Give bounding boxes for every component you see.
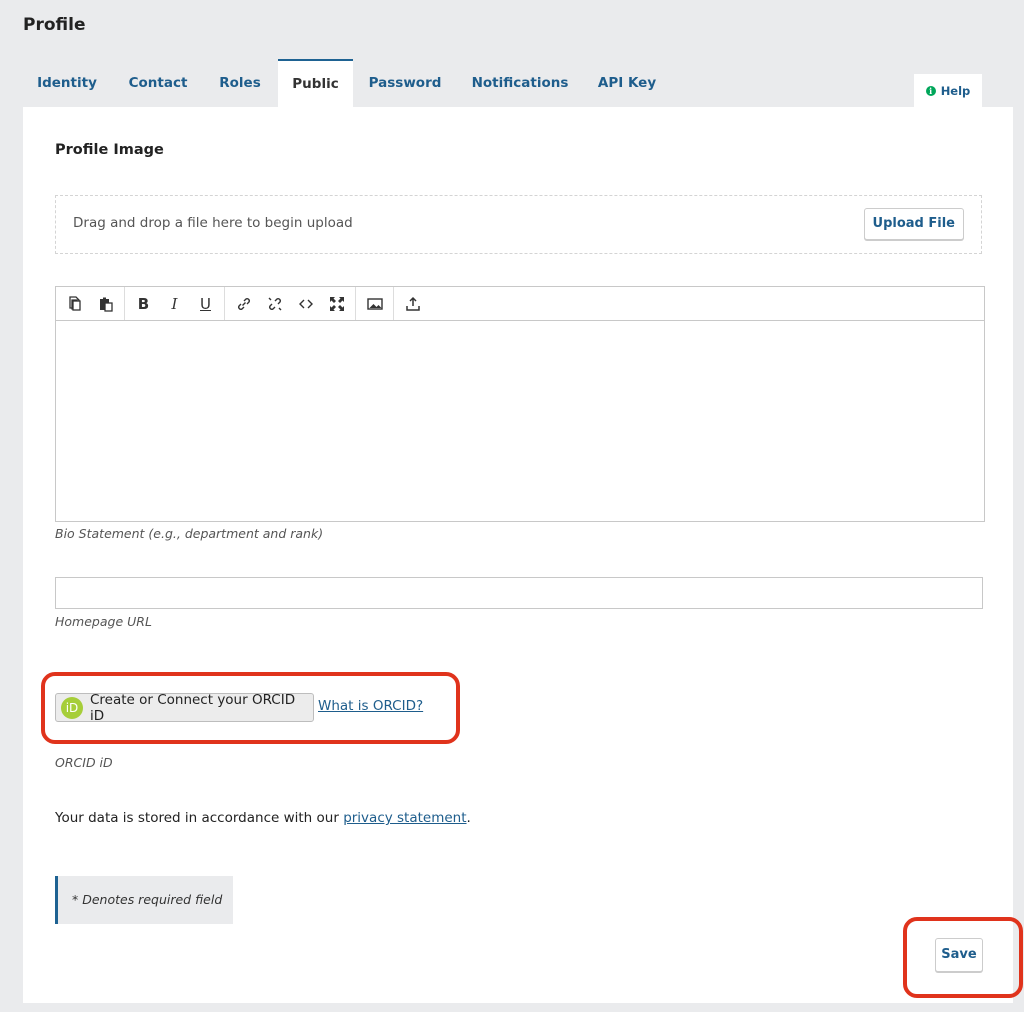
- bio-editor: B I U: [55, 286, 985, 522]
- fullscreen-icon[interactable]: [321, 290, 352, 318]
- privacy-suffix: .: [466, 810, 471, 826]
- tab-notifications[interactable]: Notifications: [459, 59, 581, 107]
- privacy-prefix: Your data is stored in accordance with o…: [55, 810, 344, 826]
- required-field-note: * Denotes required field: [55, 876, 233, 924]
- editor-toolbar: B I U: [56, 287, 984, 321]
- code-icon[interactable]: [290, 290, 321, 318]
- homepage-url-input[interactable]: [55, 577, 983, 609]
- paste-icon[interactable]: [90, 290, 121, 318]
- homepage-url-label: Homepage URL: [55, 614, 152, 629]
- tab-roles[interactable]: Roles: [205, 59, 275, 107]
- tab-public[interactable]: Public: [278, 59, 353, 107]
- upload-icon[interactable]: [397, 290, 428, 318]
- orcid-icon: iD: [61, 696, 83, 719]
- help-button[interactable]: i Help: [914, 74, 982, 107]
- privacy-statement-link[interactable]: privacy statement: [343, 810, 466, 826]
- tab-password[interactable]: Password: [356, 59, 454, 107]
- bio-statement-label: Bio Statement (e.g., department and rank…: [55, 526, 324, 541]
- tab-bar: Identity Contact Roles Public Password N…: [23, 59, 1003, 107]
- italic-icon[interactable]: I: [159, 290, 190, 318]
- underline-icon[interactable]: U: [190, 290, 221, 318]
- info-icon: i: [925, 85, 936, 96]
- save-button[interactable]: Save: [935, 938, 983, 972]
- link-icon[interactable]: [228, 290, 259, 318]
- orcid-connect-button[interactable]: iD Create or Connect your ORCID iD: [55, 691, 314, 724]
- help-label: Help: [940, 83, 971, 98]
- privacy-notice: Your data is stored in accordance with o…: [55, 810, 471, 826]
- orcid-button-label: Create or Connect your ORCID iD: [89, 691, 296, 724]
- tab-identity[interactable]: Identity: [23, 59, 111, 107]
- page-title: Profile: [23, 15, 86, 35]
- profile-image-heading: Profile Image: [55, 142, 164, 158]
- orcid-label: ORCID iD: [55, 755, 113, 770]
- what-is-orcid-link[interactable]: What is ORCID?: [318, 698, 423, 714]
- public-profile-panel: Profile Image Drag and drop a file here …: [23, 107, 1023, 1003]
- bio-editor-textarea[interactable]: [56, 321, 984, 521]
- unlink-icon[interactable]: [259, 290, 290, 318]
- file-dropzone[interactable]: Drag and drop a file here to begin uploa…: [55, 195, 982, 254]
- dropzone-text: Drag and drop a file here to begin uploa…: [73, 215, 353, 231]
- image-icon[interactable]: [359, 290, 390, 318]
- upload-file-button[interactable]: Upload File: [863, 208, 964, 240]
- copy-icon[interactable]: [59, 290, 90, 318]
- bold-icon[interactable]: B: [128, 290, 159, 318]
- tab-contact[interactable]: Contact: [111, 59, 205, 107]
- tab-api-key[interactable]: API Key: [587, 59, 667, 107]
